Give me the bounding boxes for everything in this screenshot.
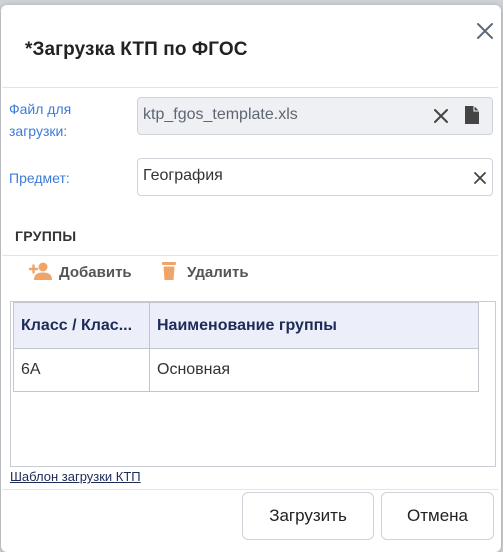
table-row[interactable]: 6А Основная [13,348,479,392]
clear-icon[interactable] [473,171,487,190]
groups-grid: Класс / Клас... Наименование группы 6А О… [10,301,496,467]
template-download-link[interactable]: Шаблон загрузки КТП [10,469,141,484]
title-divider [2,87,498,88]
upload-ktp-dialog: *Загрузка КТП по ФГОС Файл для загрузки:… [1,5,501,552]
column-header-class[interactable]: Класс / Клас... [13,302,150,349]
grid-header-row: Класс / Клас... Наименование группы [13,302,479,349]
groups-divider [2,255,498,256]
subject-field-label: Предмет: [9,170,70,186]
column-header-group-name[interactable]: Наименование группы [149,302,479,349]
file-label-line2: загрузки: [9,123,68,139]
clear-icon[interactable] [433,108,449,129]
subject-field[interactable]: География [137,158,493,196]
cancel-button[interactable]: Отмена [381,492,494,540]
trash-icon [161,261,177,285]
file-field-value: ktp_fgos_template.xls [143,106,298,123]
add-user-icon [28,261,53,285]
upload-button[interactable]: Загрузить [242,492,374,540]
file-field-label: Файл для загрузки: [9,98,71,142]
file-field[interactable]: ktp_fgos_template.xls [137,97,493,135]
dialog-title: *Загрузка КТП по ФГОС [25,39,248,60]
footer-divider [2,489,498,490]
subject-field-value: География [143,167,223,184]
delete-button-label: Удалить [187,264,249,281]
file-icon[interactable] [464,105,480,130]
cell-class[interactable]: 6А [13,348,150,392]
close-icon[interactable] [475,21,495,41]
cell-group-name[interactable]: Основная [149,348,479,392]
groups-title: ГРУППЫ [15,228,77,244]
file-label-line1: Файл для [9,101,72,117]
add-button-label: Добавить [59,264,132,281]
